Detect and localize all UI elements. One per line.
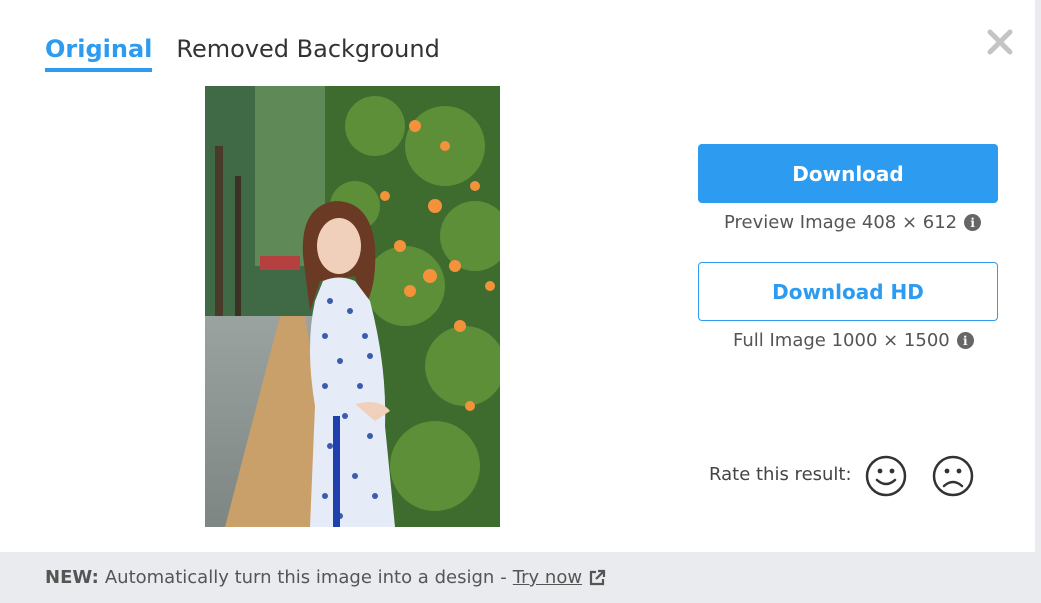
new-label: NEW: <box>45 567 99 588</box>
sad-face-icon[interactable] <box>932 455 974 497</box>
footer-text: Automatically turn this image into a des… <box>104 567 495 588</box>
tab-removed-background[interactable]: Removed Background <box>176 34 439 72</box>
rate-label: Rate this result: <box>709 464 852 485</box>
footer-separator: - <box>500 567 507 588</box>
result-dialog: Original Removed Background Download Pre… <box>0 0 1035 603</box>
full-size-text: Full Image 1000 × 1500 <box>733 330 950 351</box>
preview-caption: Preview Image 408 × 612 i <box>724 212 982 233</box>
download-button[interactable]: Download <box>698 144 998 203</box>
footer-banner: NEW: Automatically turn this image into … <box>0 552 1035 603</box>
try-now-link[interactable]: Try now <box>513 567 582 588</box>
info-icon[interactable]: i <box>956 332 974 349</box>
preview-size-text: Preview Image 408 × 612 <box>724 212 958 233</box>
close-icon <box>987 29 1013 55</box>
original-image <box>205 86 500 527</box>
info-icon[interactable]: i <box>964 214 982 231</box>
full-caption: Full Image 1000 × 1500 i <box>733 330 974 351</box>
happy-face-icon[interactable] <box>865 455 907 497</box>
tab-original[interactable]: Original <box>45 34 153 72</box>
external-link-icon[interactable] <box>587 568 607 588</box>
tab-bar: Original Removed Background <box>45 34 440 72</box>
download-hd-button[interactable]: Download HD <box>698 262 998 321</box>
close-button[interactable] <box>984 26 1016 58</box>
